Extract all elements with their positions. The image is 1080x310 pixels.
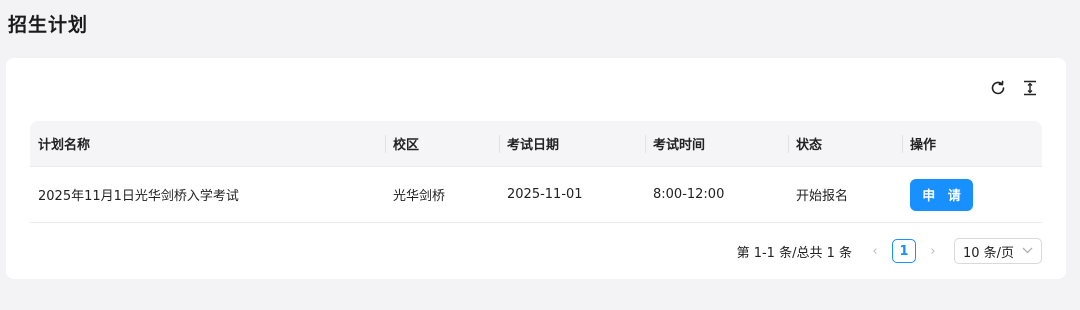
enrollment-plan-card: 计划名称 校区 考试日期 考试时间 状态 操作 2025年11月1日光华剑桥入学… [6, 58, 1066, 279]
column-header-exam-date: 考试日期 [499, 121, 645, 166]
page-size-value: 10 条/页 [963, 245, 1015, 261]
enrollment-plan-table: 计划名称 校区 考试日期 考试时间 状态 操作 2025年11月1日光华剑桥入学… [30, 121, 1042, 223]
cell-plan-name: 2025年11月1日光华剑桥入学考试 [38, 189, 239, 204]
table-row: 2025年11月1日光华剑桥入学考试 光华剑桥 2025-11-01 8:00-… [30, 167, 1042, 223]
cell-actions: 申 请 [902, 167, 1042, 222]
prev-page-icon[interactable]: ‹ [866, 244, 884, 259]
table-header: 计划名称 校区 考试日期 考试时间 状态 操作 [30, 121, 1042, 167]
reload-icon[interactable] [988, 78, 1008, 98]
pagination: 第 1-1 条/总共 1 条 ‹ 1 › 10 条/页 [737, 238, 1042, 264]
column-separator [645, 135, 646, 153]
column-header-campus: 校区 [385, 121, 499, 166]
column-header-label: 考试日期 [507, 138, 560, 153]
column-header-label: 操作 [910, 138, 937, 153]
page-item-current[interactable]: 1 [892, 239, 916, 263]
chevron-down-icon [1022, 246, 1033, 257]
page-title: 招生计划 [8, 14, 89, 36]
column-separator [902, 135, 903, 153]
next-page-icon[interactable]: › [924, 244, 942, 259]
cell-exam-date: 2025-11-01 [507, 187, 583, 202]
cell-campus: 光华剑桥 [393, 189, 446, 204]
column-header-label: 计划名称 [38, 138, 91, 153]
column-header-actions: 操作 [902, 121, 1042, 166]
column-header-label: 考试时间 [653, 138, 706, 153]
cell-exam-time: 8:00-12:00 [653, 187, 725, 202]
column-separator [788, 135, 789, 153]
column-height-icon[interactable] [1020, 78, 1040, 98]
column-header-plan-name: 计划名称 [30, 121, 385, 166]
column-header-exam-time: 考试时间 [645, 121, 788, 166]
column-header-status: 状态 [788, 121, 902, 166]
apply-button[interactable]: 申 请 [910, 178, 973, 211]
column-header-label: 校区 [393, 138, 420, 153]
pagination-total: 第 1-1 条/总共 1 条 [736, 245, 852, 261]
column-separator [385, 135, 386, 153]
cell-status: 开始报名 [796, 189, 849, 204]
column-separator [499, 135, 500, 153]
column-header-label: 状态 [796, 138, 823, 153]
page-size-select[interactable]: 10 条/页 [954, 238, 1042, 264]
